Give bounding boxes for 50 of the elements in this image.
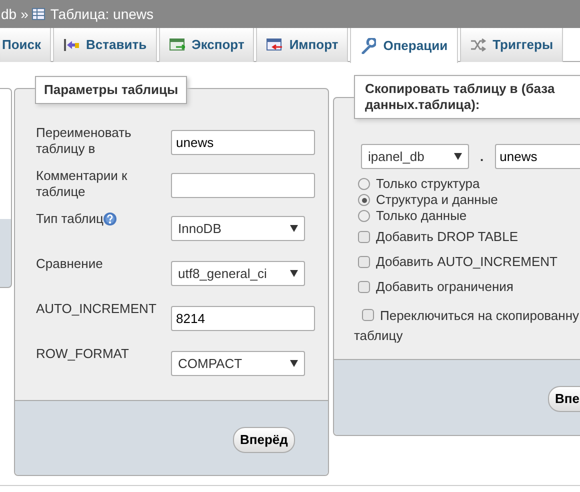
- go-button[interactable]: Впе: [548, 386, 580, 412]
- field-label: AUTO_INCREMENT: [36, 301, 158, 317]
- option-label: таблицу: [354, 328, 403, 344]
- caret-icon: [454, 153, 462, 160]
- tab[interactable]: Поиск: [0, 28, 52, 62]
- shuffle-icon: [470, 37, 486, 53]
- table-title[interactable]: Таблица: unews: [50, 4, 154, 24]
- option-label: Только структура: [376, 176, 480, 192]
- caret-icon: [290, 360, 298, 367]
- import-icon: [266, 37, 282, 53]
- breadcrumb-link[interactable]: db: [1, 4, 17, 24]
- checkbox[interactable]: [362, 309, 374, 321]
- tab[interactable]: Вставить: [53, 28, 157, 62]
- checkbox[interactable]: [358, 231, 370, 243]
- text-field[interactable]: 8214: [171, 306, 315, 331]
- dropdown[interactable]: ipanel_db: [361, 144, 469, 169]
- caret-icon: [290, 225, 298, 232]
- fieldset-legend: Скопировать таблицу в (база данных.таблица):: [354, 75, 580, 119]
- separator-text: .: [480, 148, 484, 166]
- table-icon: [32, 7, 46, 21]
- go-button[interactable]: Вперёд: [233, 427, 295, 452]
- insert-icon: [63, 37, 80, 53]
- tab[interactable]: Экспорт: [158, 28, 254, 62]
- field-label: Переименовать таблицу в: [36, 125, 132, 157]
- checkbox[interactable]: [358, 281, 370, 293]
- option-label: Добавить DROP TABLE: [376, 229, 518, 245]
- dropdown[interactable]: COMPACT: [171, 351, 305, 376]
- field-label: Комментарии к таблице: [36, 168, 128, 200]
- option-label: Добавить ограничения: [376, 279, 514, 295]
- text-field[interactable]: unews: [171, 130, 315, 155]
- option-label: Только данные: [376, 208, 467, 224]
- breadcrumb-separator: »: [20, 4, 28, 24]
- option-label: Структура и данные: [376, 192, 498, 208]
- dropdown[interactable]: InnoDB: [171, 216, 305, 241]
- checkbox[interactable]: [358, 256, 370, 268]
- option-label: Добавить AUTO_INCREMENT: [376, 254, 558, 270]
- tab[interactable]: Операции: [350, 28, 458, 63]
- tab[interactable]: Импорт: [256, 28, 348, 62]
- option-label: Переключиться на скопированну: [380, 308, 580, 323]
- text-field[interactable]: unews: [494, 144, 580, 169]
- fieldset-legend: Параметры таблицы: [35, 76, 188, 104]
- text-field[interactable]: [171, 173, 315, 198]
- field-label: Тип таблиц: [36, 211, 171, 227]
- field-label: ROW_FORMAT: [36, 346, 130, 362]
- dropdown[interactable]: utf8_general_ci: [171, 261, 305, 286]
- caret-icon: [290, 270, 298, 277]
- tab[interactable]: Триггеры: [460, 28, 564, 62]
- wrench-icon: [360, 38, 376, 54]
- field-label: Сравнение: [36, 256, 104, 272]
- export-icon: [168, 37, 185, 53]
